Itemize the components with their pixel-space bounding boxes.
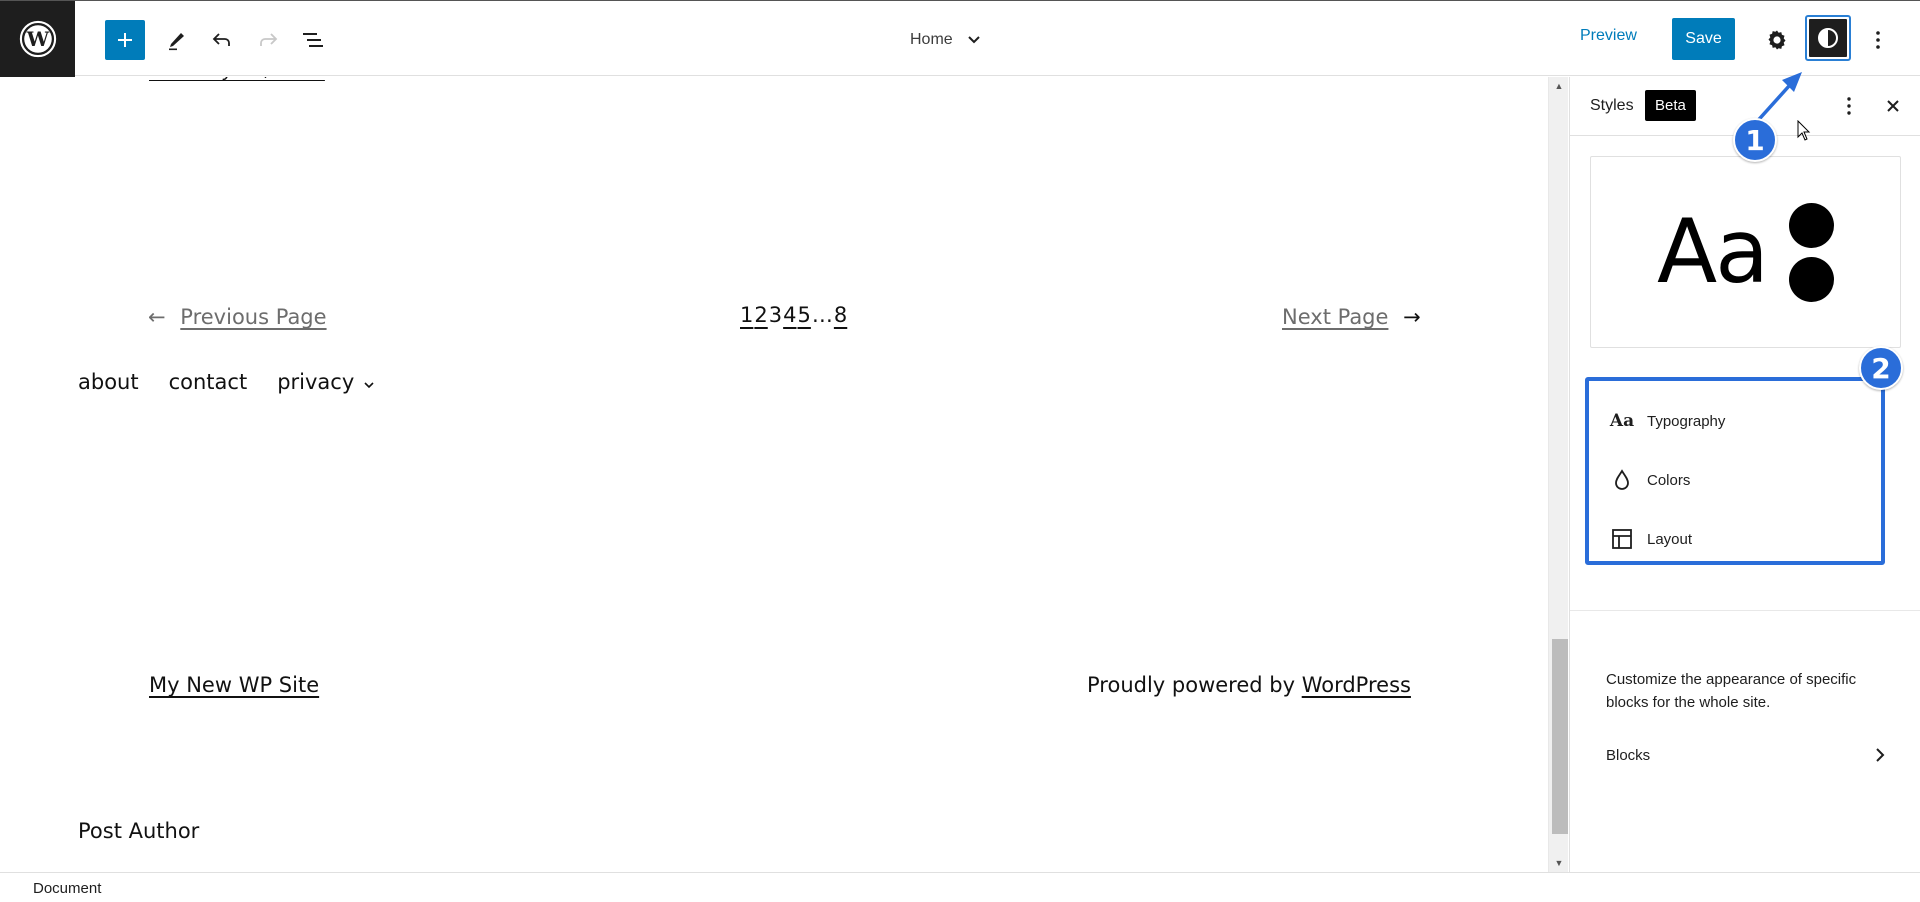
sidebar-divider xyxy=(1570,610,1920,611)
sidebar-item-colors[interactable]: Colors xyxy=(1589,458,1881,502)
close-icon xyxy=(1887,100,1899,112)
layout-icon xyxy=(1609,528,1635,550)
powered-by-text: Proudly powered by WordPress xyxy=(1087,673,1411,697)
sidebar-item-label: Colors xyxy=(1647,471,1691,489)
preview-color-swatches xyxy=(1789,202,1835,302)
settings-button[interactable] xyxy=(1757,20,1797,60)
breadcrumb-document[interactable]: Document xyxy=(33,880,101,897)
next-page-label: Next Page xyxy=(1282,305,1389,329)
document-title: Home xyxy=(910,31,953,48)
chevron-right-icon xyxy=(1876,748,1885,762)
page-number-link[interactable]: 2 xyxy=(754,303,767,327)
undo-icon xyxy=(212,33,230,46)
typography-icon: Aa xyxy=(1609,411,1635,431)
blocks-label: Blocks xyxy=(1606,746,1651,764)
undo-button[interactable] xyxy=(202,20,242,60)
half-circle-contrast-icon xyxy=(1818,28,1838,48)
add-block-button[interactable] xyxy=(105,20,145,60)
chevron-down-icon xyxy=(967,36,980,44)
svg-text:W: W xyxy=(25,27,49,51)
site-title-link[interactable]: My New WP Site xyxy=(149,673,319,697)
list-view-button[interactable] xyxy=(293,20,333,60)
plus-icon xyxy=(118,33,132,47)
scrollbar-thumb[interactable] xyxy=(1552,639,1568,834)
sidebar-item-typography[interactable]: Aa Typography xyxy=(1589,399,1881,443)
page-number-link[interactable]: 4 xyxy=(783,303,796,327)
sidebar-item-label: Layout xyxy=(1647,530,1693,548)
pencil-icon xyxy=(169,33,184,51)
sidebar-options-button[interactable] xyxy=(1833,90,1865,122)
style-preview-card[interactable]: Aa xyxy=(1590,156,1901,348)
wordpress-logo-button[interactable]: W xyxy=(0,1,75,77)
save-button[interactable]: Save xyxy=(1672,18,1735,60)
page-number-link[interactable]: 8 xyxy=(834,303,847,327)
wordpress-logo-icon: W xyxy=(19,20,56,58)
sidebar-item-label: Typography xyxy=(1647,412,1726,430)
editor-footer: Document xyxy=(0,872,1920,902)
navigation-menu: about contact privacy xyxy=(78,370,375,394)
wordpress-link[interactable]: WordPress xyxy=(1302,673,1411,697)
page-number-link[interactable]: 5 xyxy=(798,303,811,327)
page-number-link[interactable]: 1 xyxy=(740,303,753,327)
powered-by-prefix: Proudly powered by xyxy=(1087,673,1302,697)
preview-typography-sample: Aa xyxy=(1656,200,1769,303)
previous-page-link[interactable]: ← Previous Page xyxy=(148,305,327,329)
annotation-badge-1: 1 xyxy=(1733,118,1777,162)
page-dots: … xyxy=(811,303,833,327)
close-sidebar-button[interactable] xyxy=(1877,90,1909,122)
previous-page-label: Previous Page xyxy=(180,305,327,329)
nav-item-privacy[interactable]: privacy xyxy=(277,370,375,394)
nav-item-contact[interactable]: contact xyxy=(169,370,248,394)
vertical-ellipsis-icon xyxy=(1847,97,1851,115)
preview-button[interactable]: Preview xyxy=(1580,27,1637,45)
nav-item-privacy-label: privacy xyxy=(277,370,355,394)
options-button[interactable] xyxy=(1858,20,1898,60)
gear-icon xyxy=(1768,30,1786,50)
post-author-block[interactable]: Post Author xyxy=(78,819,199,843)
editor-canvas[interactable]: February 16, 2022 ← Previous Page 1 2 3 … xyxy=(0,77,1548,872)
vertical-ellipsis-icon xyxy=(1876,31,1880,49)
styles-toggle-button[interactable] xyxy=(1805,15,1851,61)
editor-header: W Home Preview Save xyxy=(0,0,1920,77)
color-swatch xyxy=(1789,202,1835,248)
annotation-badge-2: 2 xyxy=(1859,346,1903,390)
list-view-icon xyxy=(303,33,323,47)
redo-button[interactable] xyxy=(248,20,288,60)
redo-icon xyxy=(260,33,278,46)
arrow-right-icon: → xyxy=(1403,305,1421,329)
sidebar-title: Styles xyxy=(1590,97,1634,114)
color-swatch xyxy=(1789,256,1835,302)
styles-sidebar: Styles Beta Aa Aa Typography Colors Layo… xyxy=(1569,77,1920,872)
arrow-left-icon: ← xyxy=(148,305,166,329)
scroll-up-arrow-icon[interactable]: ▲ xyxy=(1549,77,1569,95)
next-page-link[interactable]: Next Page → xyxy=(1282,305,1421,329)
blocks-description: Customize the appearance of specific blo… xyxy=(1606,671,1857,711)
canvas-scrollbar[interactable]: ▲ ▼ xyxy=(1548,77,1568,872)
styles-navigation-group: Aa Typography Colors Layout xyxy=(1585,377,1885,565)
nav-item-about[interactable]: about xyxy=(78,370,139,394)
blocks-button[interactable]: Blocks xyxy=(1590,735,1901,775)
sidebar-item-layout[interactable]: Layout xyxy=(1589,517,1881,561)
tools-button[interactable] xyxy=(157,20,197,60)
chevron-down-icon xyxy=(364,382,374,389)
pagination-numbers: 1 2 3 4 5 … 8 xyxy=(740,303,847,327)
beta-badge: Beta xyxy=(1645,90,1696,121)
document-title-dropdown[interactable]: Home xyxy=(910,27,981,53)
page-number-current: 3 xyxy=(768,303,783,327)
scroll-down-arrow-icon[interactable]: ▼ xyxy=(1549,854,1569,872)
post-date[interactable]: February 16, 2022 xyxy=(149,77,325,81)
droplet-icon xyxy=(1609,469,1635,491)
